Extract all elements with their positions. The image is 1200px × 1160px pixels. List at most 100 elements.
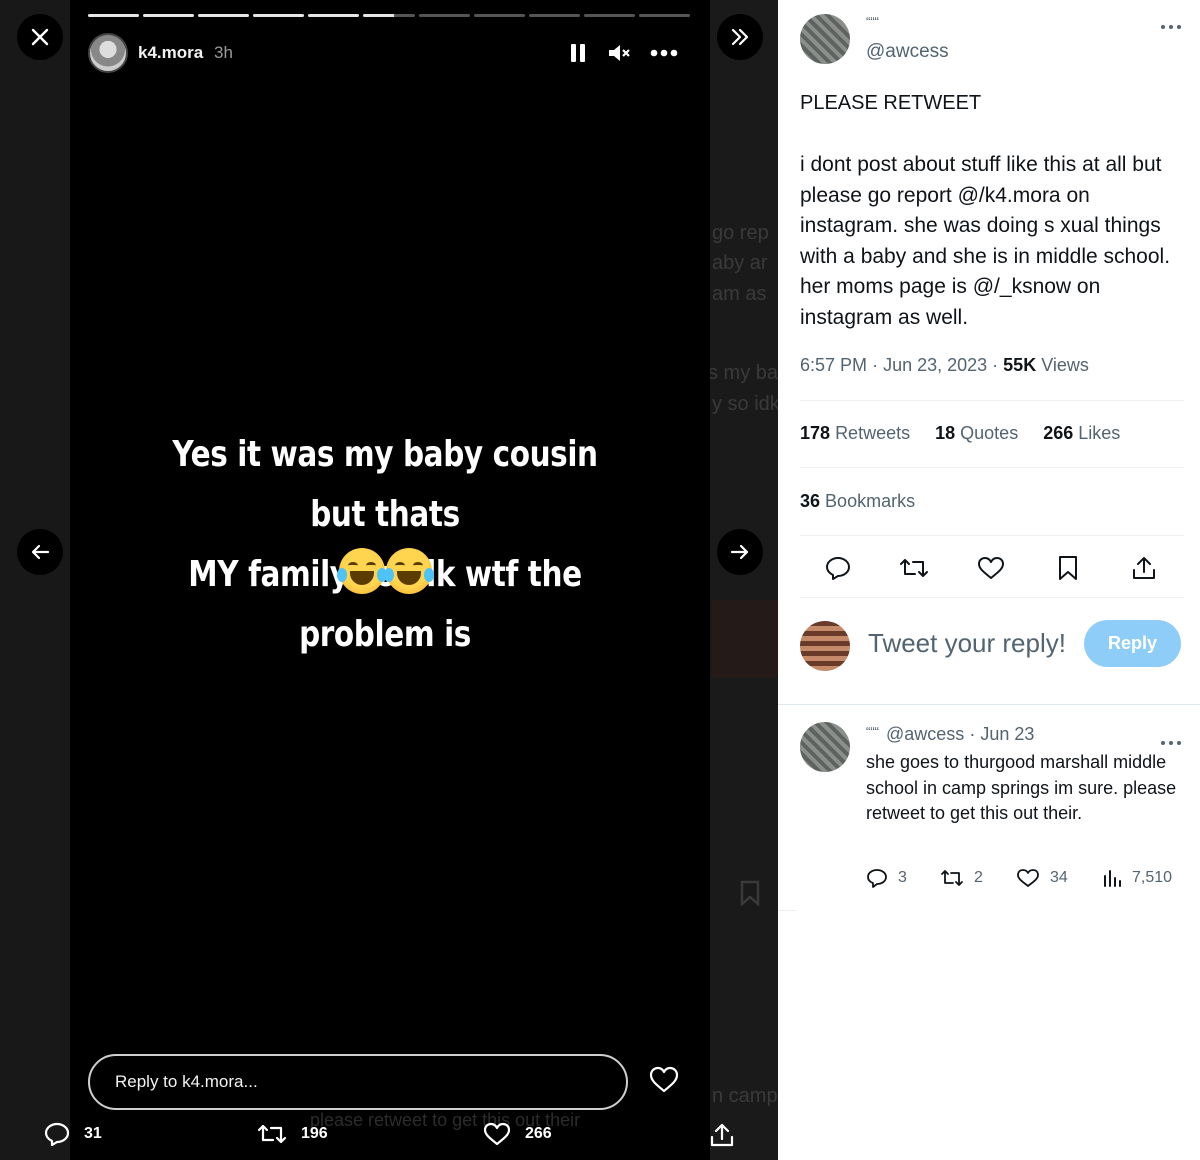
viewer-retweet-button[interactable]: 196 xyxy=(257,1122,328,1146)
arrow-left-icon xyxy=(31,544,50,560)
background-peek-text: am as xyxy=(712,283,767,305)
author-display-name[interactable]: “““ xyxy=(866,14,879,29)
arrow-right-icon xyxy=(730,544,749,560)
viewer-like-button[interactable]: 266 xyxy=(483,1122,552,1146)
tweet-more-button[interactable] xyxy=(1160,14,1182,35)
background-peek-image xyxy=(712,600,778,678)
tweet-meta: 6:57 PM · Jun 23, 2023 · 55K Views xyxy=(800,355,1089,375)
reply-bubble-icon xyxy=(826,557,850,580)
reply-author-avatar[interactable] xyxy=(800,722,850,772)
reply-action-bar: 3 2 34 7,510 xyxy=(866,868,1186,894)
next-button[interactable] xyxy=(717,529,763,575)
bookmark-button[interactable] xyxy=(1052,552,1084,584)
pause-icon xyxy=(571,44,585,62)
more-dots-icon xyxy=(1161,25,1181,29)
reply-reply-button[interactable]: 3 xyxy=(866,868,907,888)
progress-segment xyxy=(418,14,470,17)
reply-bubble-icon xyxy=(867,869,887,888)
divider xyxy=(800,467,1184,468)
reply-views-button[interactable]: 7,510 xyxy=(1102,868,1172,888)
reply-retweet-button[interactable]: 2 xyxy=(940,868,983,888)
divider xyxy=(800,597,1184,598)
retweets-stat[interactable]: 178 Retweets xyxy=(800,423,910,444)
like-button[interactable] xyxy=(975,552,1007,584)
more-dots-icon xyxy=(650,49,678,57)
reply-button[interactable] xyxy=(822,552,854,584)
progress-segment xyxy=(473,14,525,17)
heart-icon xyxy=(978,557,1004,579)
likes-stat[interactable]: 266 Likes xyxy=(1043,423,1120,444)
viewer-like-count: 266 xyxy=(525,1125,552,1142)
reply-submit-button[interactable]: Reply xyxy=(1084,620,1181,667)
story-avatar[interactable] xyxy=(88,33,128,73)
share-icon xyxy=(1133,557,1155,579)
story-like-button[interactable] xyxy=(648,1064,680,1096)
likes-label: Likes xyxy=(1078,423,1121,443)
progress-segment xyxy=(88,14,140,17)
tweet-stats: 178 Retweets 18 Quotes 266 Likes xyxy=(800,423,1120,444)
viewer-reply-button[interactable]: 31 xyxy=(44,1122,102,1146)
progress-segment xyxy=(143,14,195,17)
reply-more-button[interactable] xyxy=(1160,730,1182,751)
tweet-views-count: 55K xyxy=(1003,355,1037,375)
background-peek-text: aby ar xyxy=(712,252,768,274)
current-user-avatar[interactable] xyxy=(800,621,850,671)
story-more-button[interactable] xyxy=(648,40,680,66)
reply-header: @awcess · Jun 23 xyxy=(886,724,1035,744)
expand-panel-button[interactable] xyxy=(717,14,763,60)
close-icon xyxy=(31,28,49,46)
story-caption-line: Yes it was my baby cousin but thats xyxy=(172,434,598,535)
viewer-retweet-count: 196 xyxy=(301,1125,328,1142)
tweet-date[interactable]: Jun 23, 2023 xyxy=(883,355,987,375)
story-reply-placeholder: Reply to k4.mora... xyxy=(115,1072,258,1091)
reply-date[interactable]: Jun 23 xyxy=(980,724,1034,744)
bookmarks-stat[interactable]: 36 Bookmarks xyxy=(800,491,915,512)
close-button[interactable] xyxy=(17,14,63,60)
quotes-label: Quotes xyxy=(960,423,1019,443)
tweet-text: i dont post about stuff like this at all… xyxy=(800,153,1171,329)
tweet-heading: PLEASE RETWEET xyxy=(800,92,982,114)
bookmark-icon xyxy=(1059,556,1077,580)
divider xyxy=(800,535,1184,536)
retweets-count: 178 xyxy=(800,423,831,443)
pause-button[interactable] xyxy=(566,40,590,66)
retweet-button[interactable] xyxy=(898,552,930,584)
quotes-count: 18 xyxy=(935,423,956,443)
tweet-action-bar xyxy=(800,548,1184,588)
author-handle[interactable]: @awcess xyxy=(866,41,949,63)
muted-speaker-icon xyxy=(609,45,630,61)
retweet-icon xyxy=(257,1124,287,1144)
reply-like-count: 34 xyxy=(1050,869,1068,886)
analytics-bar-icon xyxy=(1104,870,1121,887)
divider xyxy=(800,400,1184,401)
previous-button[interactable] xyxy=(17,529,63,575)
progress-segment xyxy=(363,14,415,17)
viewer-reply-count: 31 xyxy=(84,1125,102,1142)
share-button[interactable] xyxy=(1128,552,1160,584)
reply-compose-input[interactable]: Tweet your reply! xyxy=(868,628,1066,659)
reply-bubble-icon xyxy=(44,1122,70,1146)
viewer-action-bar: 31 196 266 xyxy=(0,1110,778,1160)
reply-author-display-name[interactable]: “““ xyxy=(866,724,879,739)
quotes-stat[interactable]: 18 Quotes xyxy=(935,423,1018,444)
story-caption: Yes it was my baby cousin but thats MY f… xyxy=(143,425,627,665)
more-dots-icon xyxy=(1161,741,1181,745)
story-reply-input[interactable]: Reply to k4.mora... xyxy=(88,1054,628,1110)
double-chevron-right-icon xyxy=(731,28,749,46)
viewer-share-button[interactable] xyxy=(709,1122,735,1148)
progress-segment xyxy=(583,14,635,17)
mute-button[interactable] xyxy=(606,40,632,66)
background-peek-text: y so idk xyxy=(712,393,778,415)
story-username[interactable]: k4.mora xyxy=(138,43,203,63)
divider xyxy=(778,704,1200,705)
reply-author-handle[interactable]: @awcess xyxy=(886,724,964,744)
author-avatar[interactable] xyxy=(800,14,850,64)
progress-segment xyxy=(253,14,305,17)
tweet-time[interactable]: 6:57 PM xyxy=(800,355,867,375)
tweet-views-label: Views xyxy=(1041,355,1089,375)
progress-segment xyxy=(308,14,360,17)
bookmarks-count: 36 xyxy=(800,491,821,511)
reply-views-count: 7,510 xyxy=(1132,869,1173,886)
share-icon xyxy=(710,1123,734,1147)
reply-like-button[interactable]: 34 xyxy=(1016,868,1068,888)
